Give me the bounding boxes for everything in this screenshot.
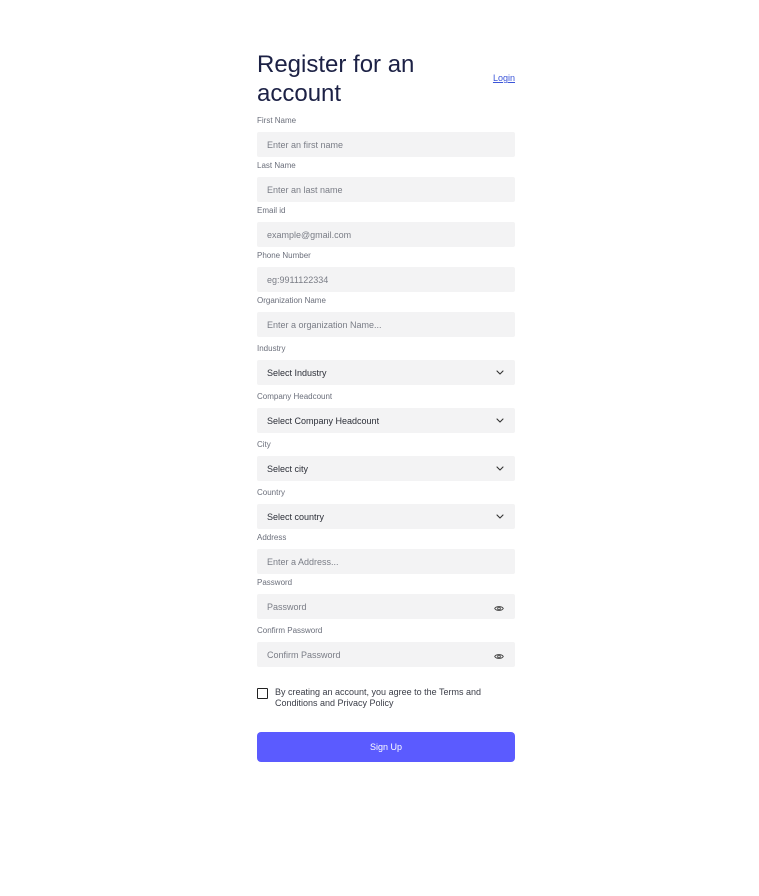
login-link[interactable]: Login bbox=[493, 73, 515, 83]
sign-up-button[interactable]: Sign Up bbox=[257, 732, 515, 762]
phone-field: Phone Number bbox=[257, 251, 515, 261]
headcount-select-value: Select Company Headcount bbox=[267, 415, 380, 426]
chevron-down-icon bbox=[495, 416, 505, 426]
last-name-label: Last Name bbox=[257, 161, 296, 170]
first-name-input[interactable] bbox=[267, 139, 505, 150]
industry-field: Industry bbox=[257, 344, 515, 354]
confirm-password-field: Confirm Password bbox=[257, 626, 515, 636]
last-name-input[interactable] bbox=[267, 184, 505, 195]
eye-icon[interactable] bbox=[494, 604, 505, 614]
last-name-field: Last Name bbox=[257, 161, 515, 171]
city-label: City bbox=[257, 440, 271, 449]
headcount-select[interactable]: Select Company Headcount bbox=[257, 408, 515, 433]
industry-select[interactable]: Select Industry bbox=[257, 360, 515, 385]
headcount-label: Company Headcount bbox=[257, 392, 333, 401]
address-label: Address bbox=[257, 533, 287, 542]
password-field: Password bbox=[257, 578, 515, 588]
city-field: City bbox=[257, 440, 515, 450]
organization-input-box[interactable] bbox=[257, 312, 515, 337]
first-name-label: First Name bbox=[257, 116, 297, 125]
chevron-down-icon bbox=[495, 512, 505, 522]
page-title: Register for an account bbox=[257, 51, 415, 107]
address-field: Address bbox=[257, 533, 515, 543]
headcount-field: Company Headcount bbox=[257, 392, 515, 402]
country-field: Country bbox=[257, 488, 515, 498]
confirm-password-input[interactable] bbox=[267, 649, 494, 660]
country-select[interactable]: Select country bbox=[257, 504, 515, 529]
address-input-box[interactable] bbox=[257, 549, 515, 574]
first-name-field: First Name bbox=[257, 116, 515, 126]
phone-label: Phone Number bbox=[257, 251, 311, 260]
country-label: Country bbox=[257, 488, 286, 497]
password-input[interactable] bbox=[267, 601, 494, 612]
confirm-password-label: Confirm Password bbox=[257, 626, 323, 635]
eye-icon[interactable] bbox=[494, 652, 505, 662]
first-name-input-box[interactable] bbox=[257, 132, 515, 157]
address-input[interactable] bbox=[267, 556, 505, 567]
phone-input[interactable] bbox=[267, 274, 505, 285]
industry-select-value: Select Industry bbox=[267, 367, 327, 378]
organization-input[interactable] bbox=[267, 319, 505, 330]
organization-label: Organization Name bbox=[257, 296, 326, 305]
chevron-down-icon bbox=[495, 368, 505, 378]
city-select-value: Select city bbox=[267, 463, 309, 474]
last-name-input-box[interactable] bbox=[257, 177, 515, 202]
city-select[interactable]: Select city bbox=[257, 456, 515, 481]
email-label: Email id bbox=[257, 206, 286, 215]
email-input[interactable] bbox=[267, 229, 505, 240]
confirm-password-input-box[interactable] bbox=[257, 642, 515, 667]
chevron-down-icon bbox=[495, 464, 505, 474]
password-label: Password bbox=[257, 578, 293, 587]
country-select-value: Select country bbox=[267, 511, 325, 522]
form-header: Register for an account Login bbox=[257, 50, 515, 112]
email-input-box[interactable] bbox=[257, 222, 515, 247]
terms-text: By creating an account, you agree to the… bbox=[275, 687, 481, 708]
register-form: Register for an account Login First Name… bbox=[257, 50, 515, 762]
phone-input-box[interactable] bbox=[257, 267, 515, 292]
industry-label: Industry bbox=[257, 344, 286, 353]
terms-row: By creating an account, you agree to the… bbox=[257, 687, 515, 709]
email-field: Email id bbox=[257, 206, 515, 216]
terms-checkbox[interactable] bbox=[257, 688, 268, 699]
organization-field: Organization Name bbox=[257, 296, 515, 306]
password-input-box[interactable] bbox=[257, 594, 515, 619]
